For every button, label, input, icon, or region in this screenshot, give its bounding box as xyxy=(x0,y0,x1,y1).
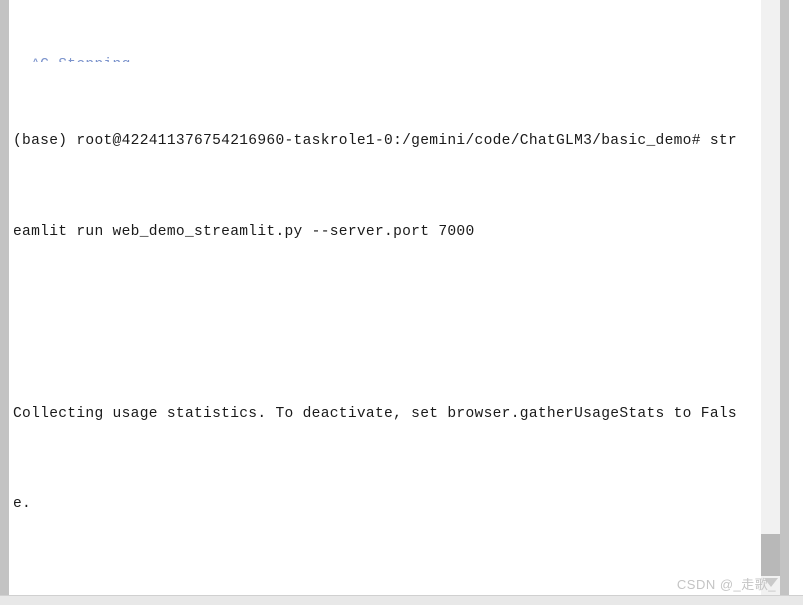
terminal-console-output: ^C Stopping... (base) root@4224113767542… xyxy=(13,0,753,596)
console-line-prompt-2: eamlit run web_demo_streamlit.py --serve… xyxy=(13,224,475,241)
console-line-usage-stats-1: Collecting usage statistics. To deactiva… xyxy=(13,405,737,422)
window-left-edge xyxy=(0,0,9,596)
console-line-prompt-1: (base) root@422411376754216960-taskrole1… xyxy=(13,133,737,150)
window-right-inner-edge xyxy=(780,0,789,596)
watermark-label: CSDN @_走歌_ xyxy=(676,577,776,592)
scrollbar-track[interactable] xyxy=(761,0,780,596)
scrollbar-thumb[interactable] xyxy=(761,534,780,576)
terminal-window: ^C Stopping... (base) root@4224113767542… xyxy=(0,0,803,605)
window-bottom-edge xyxy=(0,595,803,605)
console-line-stopping: ^C Stopping... xyxy=(13,54,753,62)
console-line-usage-stats-2: e. xyxy=(13,496,32,513)
